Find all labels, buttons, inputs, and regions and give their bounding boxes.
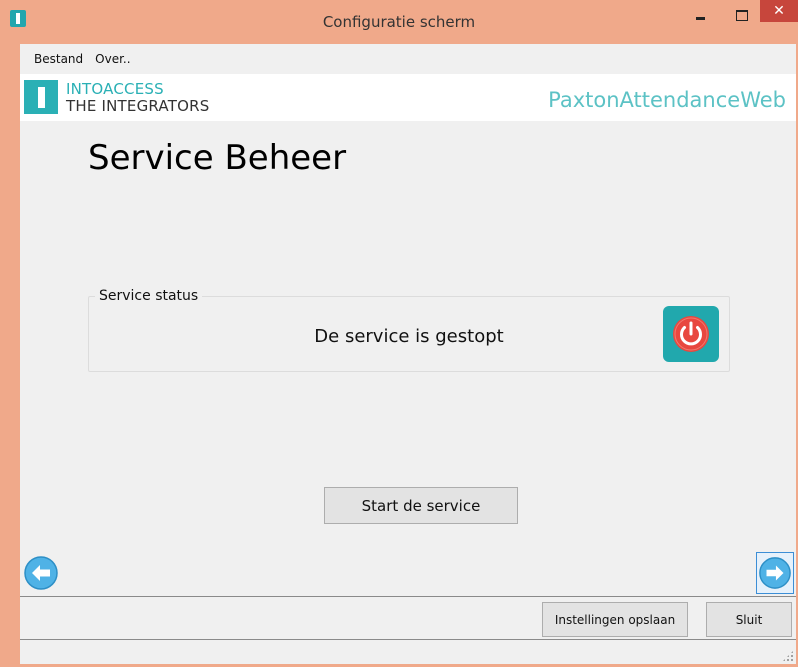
brand-header: INTOACCESS THE INTEGRATORS PaxtonAttenda… (20, 74, 796, 121)
intoaccess-logo-icon (24, 80, 58, 114)
client-area: Bestand Over.. INTOACCESS THE INTEGRATOR… (20, 44, 796, 664)
menu-bar: Bestand Over.. (20, 44, 796, 74)
brand-name-line1: INTOACCESS (66, 80, 164, 98)
back-button[interactable] (20, 552, 62, 594)
footer-bar: Instellingen opslaan Sluit (20, 596, 796, 640)
resize-grip-icon[interactable] (782, 650, 794, 662)
page-title: Service Beheer (88, 138, 347, 178)
start-service-button[interactable]: Start de service (324, 487, 518, 524)
window-title: Configuratie scherm (322, 13, 476, 31)
product-name: PaxtonAttendanceWeb (548, 88, 786, 112)
minimize-button[interactable] (688, 3, 712, 27)
save-settings-button[interactable]: Instellingen opslaan (542, 602, 688, 637)
brand-name-line2: THE INTEGRATORS (66, 97, 210, 115)
service-status-label: Service status (95, 288, 203, 304)
menu-item-over[interactable]: Over.. (92, 52, 139, 66)
title-bar: Configuratie scherm ✕ (0, 0, 798, 44)
power-off-icon (663, 306, 719, 362)
arrow-right-icon (759, 557, 791, 589)
maximize-icon (736, 9, 748, 21)
arrow-left-icon (24, 556, 58, 590)
service-status-text: De service is gestopt (314, 326, 504, 347)
next-button[interactable] (756, 552, 794, 594)
service-status-group: Service status De service is gestopt (88, 288, 730, 372)
application-window: Configuratie scherm ✕ Bestand Over.. INT… (0, 0, 798, 667)
minimize-icon (695, 16, 705, 20)
close-button[interactable]: Sluit (706, 602, 792, 637)
menu-item-bestand[interactable]: Bestand (20, 52, 92, 66)
maximize-button[interactable] (730, 3, 754, 27)
close-window-button[interactable]: ✕ (760, 0, 798, 22)
